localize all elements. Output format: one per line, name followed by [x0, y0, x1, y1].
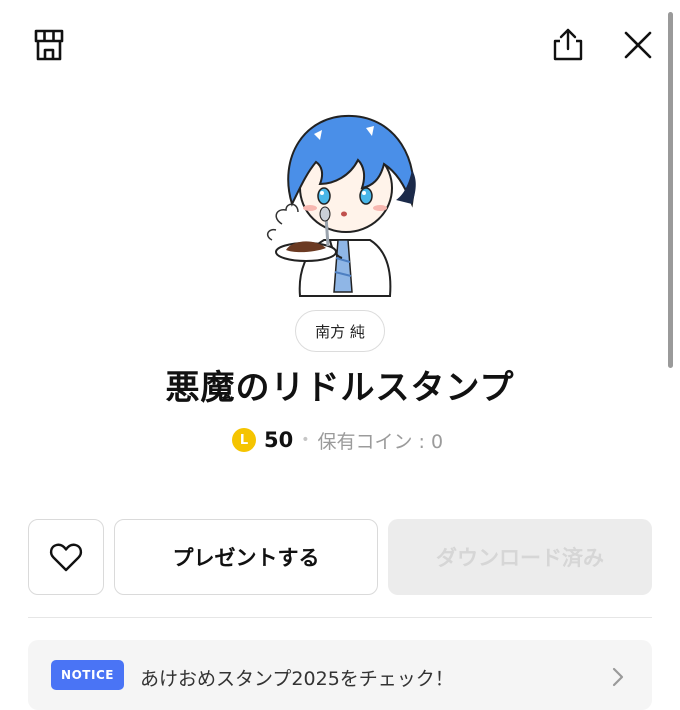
notice-text: あけおめスタンプ2025をチェック！ [140, 668, 454, 690]
divider [28, 617, 652, 618]
close-icon[interactable] [622, 29, 654, 61]
author-name: 南方 純 [315, 322, 365, 341]
download-button[interactable]: ダウンロード済み [388, 519, 652, 595]
download-button-label: ダウンロード済み [436, 546, 604, 570]
coin-icon: L [232, 428, 256, 452]
price-row: L 50 • 保有コイン : 0 [232, 426, 443, 454]
author-tag[interactable]: 南方 純 [295, 310, 385, 352]
separator-dot: • [301, 432, 310, 448]
shop-icon[interactable] [32, 27, 66, 63]
price-amount: 50 [264, 428, 294, 452]
scrollbar[interactable] [668, 12, 673, 368]
share-icon[interactable] [551, 26, 585, 62]
favorite-button[interactable] [28, 519, 104, 595]
notice-banner[interactable]: NOTICE あけおめスタンプ2025をチェック！ [28, 640, 652, 710]
chevron-right-icon [612, 667, 624, 687]
heart-icon [49, 543, 83, 572]
sticker-image [266, 114, 416, 297]
owned-coins: 保有コイン : 0 [317, 430, 444, 453]
page-title: 悪魔のリドルスタンプ [165, 368, 515, 408]
notice-badge: NOTICE [51, 660, 124, 690]
gift-button-label: プレゼントする [172, 546, 320, 570]
gift-button[interactable]: プレゼントする [114, 519, 378, 595]
